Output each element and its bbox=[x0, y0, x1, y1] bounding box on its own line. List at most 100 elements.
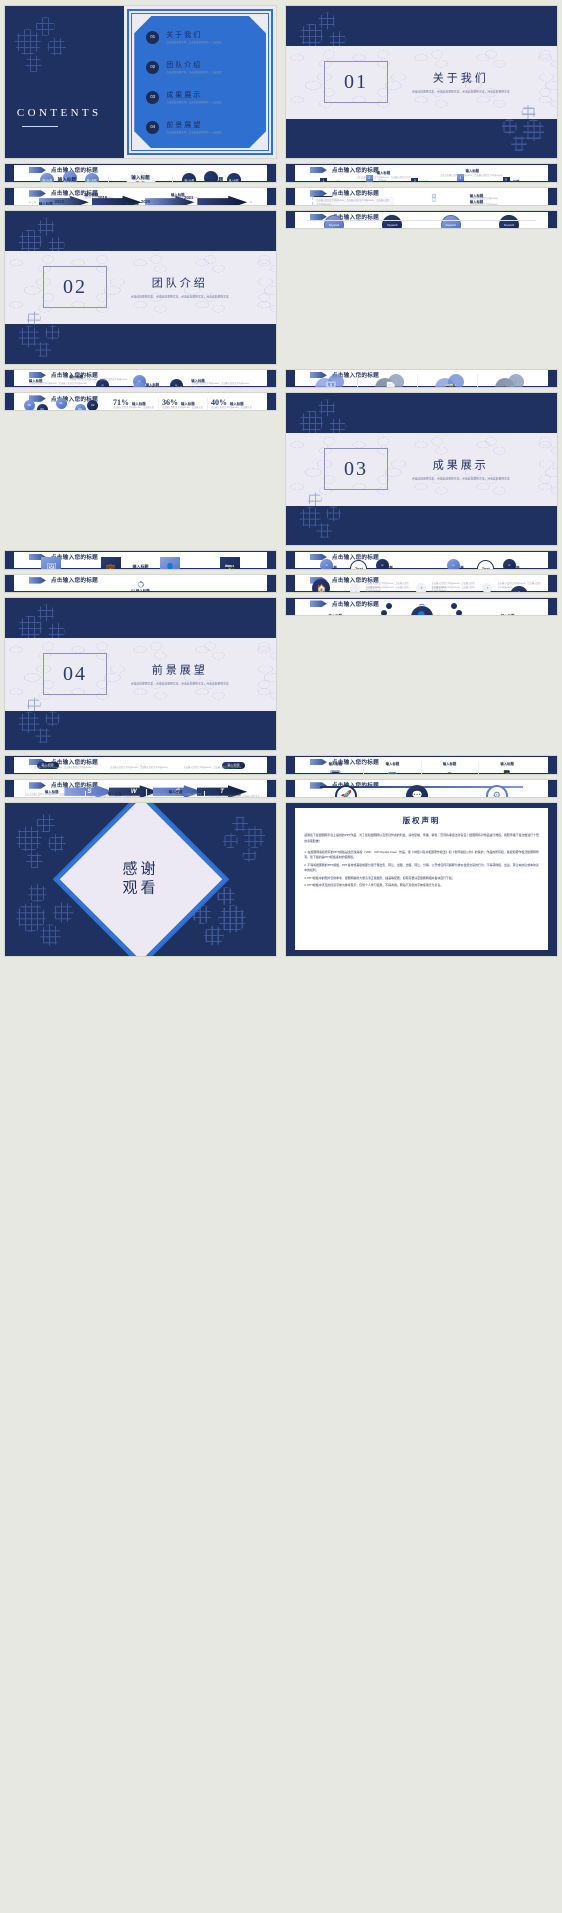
keyword-pin-row: Keyword 输入标题 点击点击输入您的文字内容&&&&，点击输入您的文字内容… bbox=[305, 215, 538, 229]
timeline-arrow[interactable] bbox=[197, 195, 248, 206]
keyword-pin[interactable]: Keyword 输入标题 点击点击输入您的文字内容&&&&，点击输入您的文字内容… bbox=[308, 215, 359, 229]
slide-cell[interactable]: 点击输入您的标题 👤 输入标题点击输入您的文字内容&&&&。 输入标题点击输入您… bbox=[281, 595, 562, 753]
keyword-pin[interactable]: Keyword 输入标题 点击点击输入您的文字内容&&&&，点击输入您的文字内容… bbox=[367, 215, 418, 229]
pentagon-node[interactable]: 04 bbox=[36, 403, 48, 411]
slide-copyright[interactable]: 版权声明 感谢您下载摄图网平台上提供的PPT作品，为了您和摄图网以及原创作者的利… bbox=[286, 803, 557, 956]
square-icon-card[interactable]: 📷 输入标题 点击输入您的文字内容&&&&，点击输入您的文字内容&&&&。 bbox=[204, 557, 254, 569]
slide-keyword-pins[interactable]: 点击输入您的标题 Keyword 输入标题 点击点击输入您的文字内容&&&&，点… bbox=[286, 211, 557, 229]
slide-cover-contents[interactable]: CONTENTS 01 关于我们 点击此处更换文本，点击此处更换文本，点击此处。 bbox=[5, 6, 276, 159]
slide-swot-arrows[interactable]: 点击输入您的标题 S W O T 输入标题 点击点击输入您的文字内容&&&&，点… bbox=[5, 779, 276, 798]
slide-zigzag-steps[interactable]: 点击输入您的标题 1 2 3 4 5 输入标题 点击点击输入您的文字内容&&&&… bbox=[286, 164, 557, 182]
slide-cell[interactable]: 点击输入您的标题 🏠 🏠 1 2 3 5 7 点击输入您的文字内容&&&&。点击… bbox=[281, 572, 562, 595]
square-icon-card[interactable]: 🖼 输入标题 点击输入您的文字内容&&&&，点击输入您的文字内容&&&&。 bbox=[26, 557, 76, 569]
slide-center-person[interactable]: 点击输入您的标题 👤 输入标题点击输入您的文字内容&&&&。 输入标题点击输入您… bbox=[286, 598, 557, 616]
slide-section-04[interactable]: 04 前景展望 点击此处更换文本，点击此处更换文本，点击此处更换文本，点击此处更… bbox=[5, 598, 276, 751]
slide-cell[interactable]: 02 团队介绍 点击此处更换文本，点击此处更换文本，点击此处更换文本，点击此处更… bbox=[0, 208, 281, 366]
orbit-node[interactable]: ☷ bbox=[132, 382, 146, 387]
slide-pricing-table[interactable]: 点击输入您的标题 输入标题 🖥 $40/month 点击输入您的文字内容&&&&… bbox=[286, 756, 557, 774]
blob-card-row: 🗄 输入标题 点击点击输入您的文字内容&&&&，点击输入您的文字内容&&&&，点… bbox=[305, 373, 538, 387]
slide-cell[interactable]: 点击输入您的标题 01.输入标题 点击输入您的文字内容&&&&，点击输入您的文字… bbox=[0, 572, 281, 595]
column-text: 输入标题 点击输入您的文字内容&&&&，点击输入您的文字内容&&&&。 bbox=[107, 175, 174, 182]
slide-thanks[interactable]: 感谢 观看 bbox=[5, 803, 276, 956]
blob-card[interactable]: 📄 输入标题 点击点击输入您的文字内容&&&&，点击输入您的文字内容&&&&，点… bbox=[365, 373, 419, 387]
loop-col: 点击输入您的文字内容&&&&，点击输入您的文字内容&&&&。 bbox=[33, 767, 94, 770]
slide-triangle-cycle[interactable]: 点击输入您的标题 01.输入标题 点击输入您的文字内容&&&&，点击输入您的文字… bbox=[5, 574, 276, 593]
toc-number: 02 bbox=[146, 60, 160, 74]
pricing-column[interactable]: 输入标题 📱 $10/month 点击输入您的文字内容&&&&，点击输入您的文字… bbox=[479, 761, 536, 774]
slide-section-02[interactable]: 02 团队介绍 点击此处更换文本，点击此处更换文本，点击此处更换文本，点击此处更… bbox=[5, 211, 276, 364]
cover-right-panel: 01 关于我们 点击此处更换文本，点击此处更换文本，点击此处。 02 团队介绍 … bbox=[124, 6, 276, 159]
slide-cell[interactable]: 点击输入您的标题 Text ☷ ☷ ☷ ☷ 输入标题 点击输入您的文字内容&&&… bbox=[0, 367, 281, 390]
step-node[interactable]: 5 bbox=[416, 583, 427, 593]
slide-paper: 点击输入您的标题 🚀 💬 ⚙ 输入标题 点击输入您的文字内容&&&&。 输入标题… bbox=[294, 780, 549, 798]
slide-cell[interactable]: 04 前景展望 点击此处更换文本，点击此处更换文本，点击此处更换文本，点击此处更… bbox=[0, 595, 281, 753]
pricing-header: 输入标题 bbox=[442, 761, 457, 766]
slide-cell[interactable]: 点击输入您的标题 输入标题 🖥 $40/month 点击输入您的文字内容&&&&… bbox=[281, 753, 562, 776]
slide-cell[interactable]: 01 关于我们 点击此处更换文本，点击此处更换文本，点击此处更换文本，点击此处更… bbox=[281, 3, 562, 161]
slide-paper: 点击输入您的标题 输入标题 点击输入您的文字内容&&&&，点击输入您的文字内容&… bbox=[294, 188, 549, 206]
slide-cell[interactable]: 点击输入您的标题 输入标题 点击输入您的文字内容&&&&。 输入标题 点击输入您… bbox=[0, 185, 281, 208]
slide-infinity-loop[interactable]: 点击输入您的标题 输入标题 输入标题 ☁ 点击输入您的文字内容&&&&，点击输入… bbox=[5, 756, 276, 774]
slide-cell[interactable]: 点击输入您的标题 S W O T 输入标题 点击点击输入您的文字内容&&&&，点… bbox=[0, 777, 281, 800]
pricing-column[interactable]: 输入标题 💻 $20/month 点击输入您的文字内容&&&&，点击输入您的文字… bbox=[364, 760, 422, 774]
slide-blob-icons[interactable]: 点击输入您的标题 🗄 输入标题 点击点击输入您的文字内容&&&&，点击输入您的文… bbox=[286, 369, 557, 387]
tablet-icon: ▯ bbox=[425, 771, 475, 774]
keyword-pin[interactable]: Keyword 输入标题 点击点击输入您的文字内容&&&&，点击输入您的文字内容… bbox=[483, 215, 534, 229]
pentagon-node[interactable]: 02 bbox=[87, 399, 99, 411]
chinese-fret-ornament-icon bbox=[15, 688, 76, 749]
slide-rings-list[interactable]: 点击输入您的标题 输入标题 点击输入您的文字内容&&&&，点击输入您的文字内容&… bbox=[286, 187, 557, 206]
slide-cell[interactable]: 点击输入您的标题 🚀 💬 ⚙ 输入标题 点击输入您的文字内容&&&&。 输入标题… bbox=[281, 777, 562, 800]
pricing-table: 输入标题 🖥 $40/month 点击输入您的文字内容&&&&，点击输入您的文字… bbox=[307, 760, 536, 774]
ring-item: 输入标题 点击输入您的文字内容&&&&。 bbox=[470, 199, 531, 205]
toc-desc: 点击此处更换文本，点击此处更换文本，点击此处。 bbox=[166, 40, 224, 44]
toc-item[interactable]: 03 成果展示 点击此处更换文本，点击此处更换文本，点击此处。 bbox=[146, 90, 254, 105]
slide-section-03[interactable]: 03 成果展示 点击此处更换文本，点击此处更换文本，点击此处更换文本，点击此处更… bbox=[286, 392, 557, 546]
pentagon-node[interactable]: 05 bbox=[23, 399, 35, 411]
slide-orbit-text[interactable]: 点击输入您的标题 Text ☷ ☷ ☷ ☷ 输入标题 点击输入您的文字内容&&&… bbox=[5, 369, 276, 387]
slide-square-icons[interactable]: 点击输入您的标题 输入标题 🖼 输入标题 点击输入您的文字内容&&&&，点击输入… bbox=[5, 551, 276, 569]
slide-cell[interactable]: 点击输入您的标题 输入标题 输入标题 输入标题 输入标题 输入标题 输入标题 输… bbox=[0, 161, 281, 184]
slide-cell[interactable]: 版权声明 感谢您下载摄图网平台上提供的PPT作品，为了您和摄图网以及原创作者的利… bbox=[281, 800, 562, 958]
slide-section-01[interactable]: 01 关于我们 点击此处更换文本，点击此处更换文本，点击此处更换文本，点击此处更… bbox=[286, 6, 557, 159]
pentagon-node[interactable]: 03 bbox=[74, 403, 86, 411]
slide-pentagon-stats[interactable]: 点击输入您的标题 ✈ 标题 01 02 03 04 05 71%输入标题 点击输… bbox=[5, 392, 276, 411]
slide-cell[interactable]: 点击输入您的标题 输入标题 输入标题 ☷ ☷ Text 输入标题 输入标题 输入… bbox=[281, 548, 562, 571]
slide-cell[interactable]: 点击输入您的标题 Keyword 输入标题 点击点击输入您的文字内容&&&&，点… bbox=[281, 208, 562, 366]
toc-title: 前景展望 bbox=[166, 120, 203, 129]
keyword-pin[interactable]: Keyword 输入标题 点击点击输入您的文字内容&&&&，点击输入您的文字内容… bbox=[425, 215, 476, 229]
slide-timeline-arrows[interactable]: 点击输入您的标题 输入标题 点击输入您的文字内容&&&&。 输入标题 点击输入您… bbox=[5, 187, 276, 206]
slide-paper: 点击输入您的标题 Text ☷ ☷ ☷ ☷ 输入标题 点击输入您的文字内容&&&… bbox=[13, 370, 268, 387]
blob-card[interactable]: 🗄 输入标题 点击点击输入您的文字内容&&&&，点击输入您的文字内容&&&&，点… bbox=[305, 373, 359, 387]
step-node[interactable]: 7 bbox=[482, 583, 493, 593]
slide-cell[interactable]: 点击输入您的标题 输入标题 输入标题 ☁ 点击输入您的文字内容&&&&，点击输入… bbox=[0, 753, 281, 776]
keyword-bubble: Keyword bbox=[440, 215, 461, 229]
pricing-column[interactable]: 输入标题 🖥 $40/month 点击输入您的文字内容&&&&，点击输入您的文字… bbox=[307, 760, 365, 774]
toc-item[interactable]: 02 团队介绍 点击此处更换文本，点击此处更换文本，点击此处。 bbox=[146, 60, 254, 75]
slide-cell[interactable]: 感谢 观看 bbox=[0, 800, 281, 958]
slide-circles-network[interactable]: 点击输入您的标题 输入标题 输入标题 输入标题 输入标题 输入标题 输入标题 输… bbox=[5, 164, 276, 182]
cover-left-panel: CONTENTS bbox=[5, 6, 125, 159]
toc-item[interactable]: 01 关于我们 点击此处更换文本，点击此处更换文本，点击此处。 bbox=[146, 30, 254, 45]
stat-desc: 点击输入您的文字内容&&&&，点击输入您的文字内容&&&&，点击输入您的文字内容… bbox=[162, 407, 203, 410]
square-icon-card[interactable]: 💼 输入标题 点击输入您的文字内容&&&&，点击输入您的文字内容&&&&。 bbox=[86, 557, 136, 569]
hex-label: 输入标题 bbox=[437, 564, 478, 569]
toc-item[interactable]: 04 前景展望 点击此处更换文本，点击此处更换文本，点击此处。 bbox=[146, 120, 254, 135]
slide-hex-icons-row[interactable]: 点击输入您的标题 🚀 💬 ⚙ 输入标题 点击输入您的文字内容&&&&。 输入标题… bbox=[286, 779, 557, 798]
pricing-column[interactable]: 输入标题 ▯ $15/month 点击输入您的文字内容&&&&，点击输入您的文字… bbox=[422, 760, 479, 774]
pentagon-node[interactable]: 01 bbox=[55, 397, 67, 409]
slide-cell[interactable]: CONTENTS 01 关于我们 点击此处更换文本，点击此处更换文本，点击此处。 bbox=[0, 3, 281, 161]
step-title: 输入标题 bbox=[376, 170, 391, 175]
slide-cell[interactable]: 点击输入您的标题 ✈ 标题 01 02 03 04 05 71%输入标题 点击输… bbox=[0, 390, 281, 548]
slide-cell[interactable]: 点击输入您的标题 输入标题 🖼 输入标题 点击输入您的文字内容&&&&，点击输入… bbox=[0, 548, 281, 571]
slide-cell[interactable]: 点击输入您的标题 🗄 输入标题 点击点击输入您的文字内容&&&&，点击输入您的文… bbox=[281, 367, 562, 390]
blob-card[interactable]: 🛒 输入标题 点击点击输入您的文字内容&&&&，点击输入您的文字内容&&&&，点… bbox=[484, 373, 538, 387]
person-label: 输入标题点击输入您的文字内容&&&&。 bbox=[480, 610, 536, 615]
blob-card[interactable]: 📷 输入标题 点击点击输入您的文字内容&&&&，点击输入您的文字内容&&&&，点… bbox=[425, 373, 479, 387]
slide-cell[interactable]: 03 成果展示 点击此处更换文本，点击此处更换文本，点击此处更换文本，点击此处更… bbox=[281, 390, 562, 548]
slide-numbered-path[interactable]: 点击输入您的标题 🏠 🏠 1 2 3 5 7 点击输入您的文字内容&&&&。点击… bbox=[286, 574, 557, 593]
slide-cell[interactable]: 点击输入您的标题 输入标题 点击输入您的文字内容&&&&，点击输入您的文字内容&… bbox=[281, 185, 562, 208]
square-icon-card[interactable]: 👤 输入标题 点击输入您的文字内容&&&&，点击输入您的文字内容&&&&。 bbox=[145, 557, 195, 569]
slide-hex-text-pair[interactable]: 点击输入您的标题 输入标题 输入标题 ☷ ☷ Text 输入标题 输入标题 输入… bbox=[286, 551, 557, 569]
timeline-block: 输入标题 点击输入您的文字内容&&&&。 bbox=[39, 201, 100, 205]
slide-cell[interactable]: 点击输入您的标题 1 2 3 4 5 输入标题 点击点击输入您的文字内容&&&&… bbox=[281, 161, 562, 184]
